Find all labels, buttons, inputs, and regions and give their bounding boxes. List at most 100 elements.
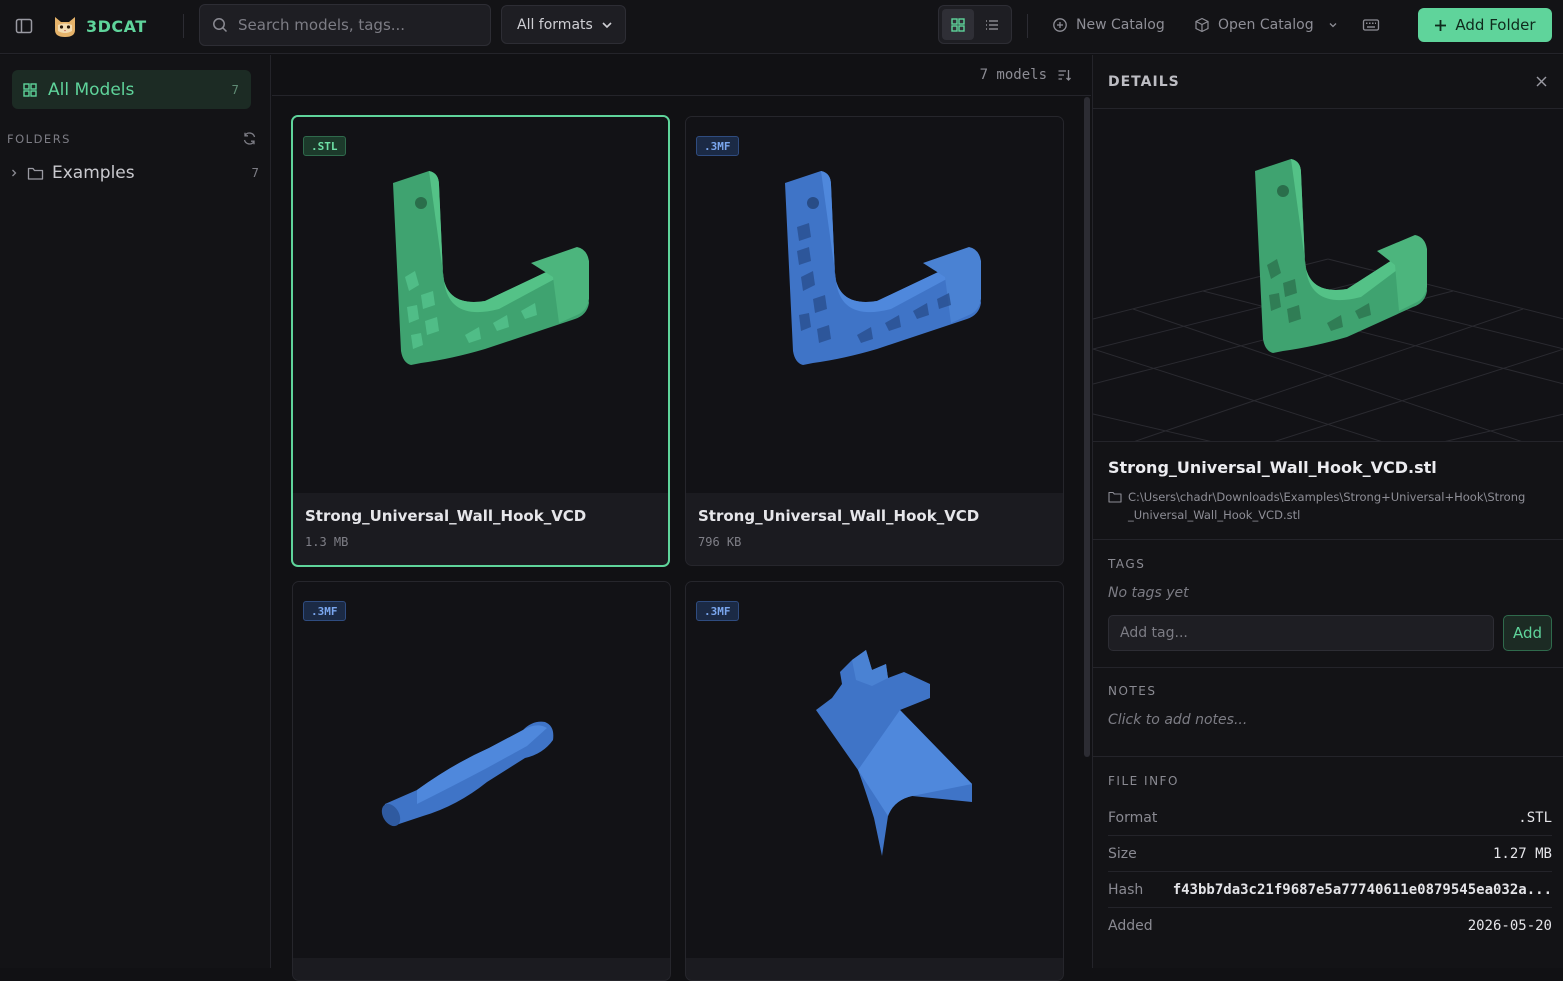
new-catalog-button[interactable]: New Catalog xyxy=(1052,10,1165,40)
info-key: Added xyxy=(1108,918,1153,934)
grid-view-button[interactable] xyxy=(942,9,974,40)
all-models-count: 7 xyxy=(231,82,239,97)
info-key: Hash xyxy=(1108,881,1144,898)
info-key: Format xyxy=(1108,809,1158,826)
divider xyxy=(183,14,184,38)
cat-logo-icon xyxy=(55,17,75,37)
view-toggle xyxy=(938,5,1012,44)
model-card[interactable]: .3MF Strong_Universal_Wall_Hook_VCD 796 … xyxy=(685,116,1064,566)
hook-model-icon xyxy=(393,171,589,365)
scrollbar[interactable] xyxy=(1084,97,1090,757)
plus-icon xyxy=(1435,19,1447,31)
info-row-size: Size 1.27 MB xyxy=(1108,836,1552,872)
grid-icon xyxy=(951,17,965,32)
model-thumbnail xyxy=(293,117,668,493)
file-path-text: C:\Users\chadr\Downloads\Examples\Strong… xyxy=(1128,490,1526,522)
info-row-hash: Hash f43bb7da3c21f9687e5a77740611e087954… xyxy=(1108,872,1552,908)
new-catalog-label: New Catalog xyxy=(1076,17,1165,33)
notes-field[interactable]: Click to add notes... xyxy=(1108,712,1247,728)
folder-icon xyxy=(1108,491,1122,503)
sidebar-toggle-icon[interactable] xyxy=(12,14,36,38)
open-catalog-dropdown[interactable] xyxy=(1325,16,1341,34)
divider xyxy=(1093,539,1563,540)
open-catalog-button[interactable]: Open Catalog xyxy=(1194,10,1314,40)
3d-preview-viewport[interactable] xyxy=(1093,109,1563,442)
info-row-format: Format .STL xyxy=(1108,800,1552,836)
all-models-label: All Models xyxy=(48,79,135,100)
info-value: .STL xyxy=(1518,809,1552,826)
model-card[interactable]: .3MF xyxy=(292,581,671,981)
grid-header: 7 models xyxy=(272,55,1091,96)
sort-icon[interactable] xyxy=(1057,68,1071,82)
add-folder-label: Add Folder xyxy=(1455,16,1536,34)
grid-icon xyxy=(23,82,37,97)
model-name: Strong_Universal_Wall_Hook_VCD xyxy=(698,507,980,525)
add-tag-input[interactable] xyxy=(1108,615,1494,651)
format-badge: .STL xyxy=(303,136,346,156)
info-value: 2026-05-20 xyxy=(1467,918,1552,934)
aircraft-model-icon xyxy=(816,650,972,856)
divider xyxy=(1093,756,1563,757)
app-name: 3DCAT xyxy=(86,16,147,36)
sidebar-item-all-models[interactable]: All Models 7 xyxy=(12,70,251,109)
folders-title: FOLDERS xyxy=(7,131,71,146)
format-badge: .3MF xyxy=(303,601,346,621)
format-filter-select[interactable]: All formats xyxy=(501,5,626,44)
rod-model-icon xyxy=(381,721,554,827)
list-view-button[interactable] xyxy=(976,9,1008,40)
sidebar-folder-examples[interactable]: Examples 7 xyxy=(9,160,259,186)
model-size: 1.3 MB xyxy=(305,535,349,549)
model-grid-area: 7 models .STL Strong_Universal_Wall_Hook… xyxy=(272,55,1091,981)
no-tags-text: No tags yet xyxy=(1108,585,1189,601)
refresh-icon[interactable] xyxy=(242,131,257,146)
format-filter-value: All formats xyxy=(517,16,593,33)
details-header: DETAILS xyxy=(1093,55,1563,109)
hook-model-icon xyxy=(785,171,981,365)
model-name: Strong_Universal_Wall_Hook_VCD xyxy=(305,507,587,525)
close-icon[interactable] xyxy=(1535,75,1548,88)
folders-header: FOLDERS xyxy=(7,131,257,146)
tags-title: TAGS xyxy=(1108,557,1146,571)
plus-circle-icon xyxy=(1053,18,1067,32)
model-count: 7 models xyxy=(979,67,1047,83)
info-value: 1.27 MB xyxy=(1492,845,1552,862)
details-panel: DETAILS Strong_Universal_Wall_Hook_VCD.s… xyxy=(1092,55,1563,968)
search-icon xyxy=(213,18,228,33)
cube-icon xyxy=(1195,17,1209,33)
add-tag-button[interactable]: Add xyxy=(1503,615,1552,651)
details-file-path: C:\Users\chadr\Downloads\Examples\Strong… xyxy=(1108,488,1538,524)
folder-label: Examples xyxy=(52,163,135,183)
keyboard-icon xyxy=(1362,19,1380,31)
open-catalog-label: Open Catalog xyxy=(1218,17,1314,33)
chevron-down-icon xyxy=(602,21,612,28)
details-title: DETAILS xyxy=(1108,73,1180,90)
app-logo[interactable]: 3DCAT xyxy=(52,10,147,42)
details-file-name: Strong_Universal_Wall_Hook_VCD.stl xyxy=(1108,458,1437,477)
model-size: 796 KB xyxy=(698,535,742,549)
divider xyxy=(1093,667,1563,668)
info-key: Size xyxy=(1108,845,1137,862)
file-info-title: FILE INFO xyxy=(1108,774,1179,788)
model-thumbnail xyxy=(293,582,670,958)
preview-grid xyxy=(1093,159,1563,441)
add-folder-button[interactable]: Add Folder xyxy=(1418,8,1552,42)
model-card[interactable]: .3MF xyxy=(685,581,1064,981)
folder-icon xyxy=(27,167,44,180)
format-badge: .3MF xyxy=(696,601,739,621)
search-input[interactable] xyxy=(238,16,468,34)
notes-title: NOTES xyxy=(1108,684,1157,698)
list-icon xyxy=(986,19,998,30)
info-row-added: Added 2026-05-20 xyxy=(1108,908,1552,944)
sidebar: All Models 7 FOLDERS Examples 7 xyxy=(0,55,271,968)
search-box[interactable] xyxy=(199,4,491,46)
keyboard-shortcuts-button[interactable] xyxy=(1360,14,1382,36)
info-value[interactable]: f43bb7da3c21f9687e5a77740611e0879545ea03… xyxy=(1173,882,1552,898)
folder-count: 7 xyxy=(251,166,259,180)
model-thumbnail xyxy=(686,117,1063,493)
format-badge: .3MF xyxy=(696,136,739,156)
divider xyxy=(1027,14,1028,38)
model-thumbnail xyxy=(686,582,1063,958)
model-card[interactable]: .STL Strong_Universal_Wall_Hook_VCD 1.3 … xyxy=(291,115,670,567)
top-bar: 3DCAT All formats New Catalog Open Catal… xyxy=(0,0,1563,54)
chevron-right-icon[interactable] xyxy=(9,168,19,178)
